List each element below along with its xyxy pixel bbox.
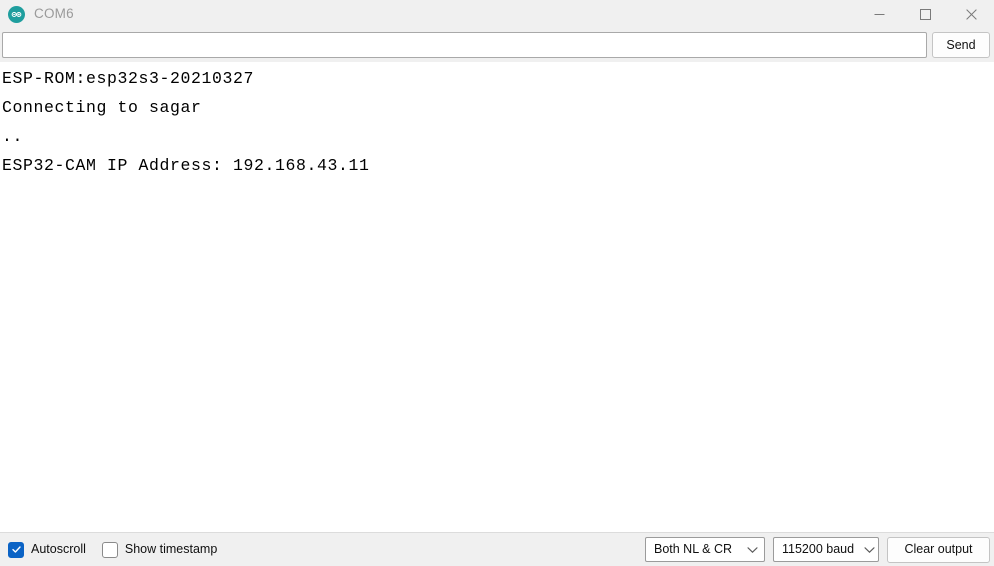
autoscroll-checkbox[interactable]: Autoscroll	[8, 542, 86, 558]
show-timestamp-label: Show timestamp	[125, 543, 217, 556]
send-bar: Send	[0, 28, 994, 62]
show-timestamp-checkbox[interactable]: Show timestamp	[102, 542, 217, 558]
console-line: ..	[2, 122, 994, 151]
console-line: ESP32-CAM IP Address: 192.168.43.11	[2, 151, 994, 180]
serial-monitor-window: COM6 Send E	[0, 0, 994, 566]
autoscroll-label: Autoscroll	[31, 543, 86, 556]
minimize-button[interactable]	[856, 0, 902, 28]
title-bar-left: COM6	[0, 6, 74, 23]
checkmark-icon	[11, 544, 22, 555]
title-bar: COM6	[0, 0, 994, 28]
line-ending-dropdown[interactable]: Both NL & CR	[645, 537, 765, 562]
maximize-icon	[920, 9, 931, 20]
maximize-button[interactable]	[902, 0, 948, 28]
baud-rate-value: 115200 baud	[782, 543, 854, 556]
line-ending-value: Both NL & CR	[654, 543, 732, 556]
status-bar: Autoscroll Show timestamp Both NL & CR 1…	[0, 532, 994, 566]
minimize-icon	[874, 9, 885, 20]
chevron-down-icon	[747, 546, 758, 554]
serial-send-input[interactable]	[2, 32, 927, 58]
close-button[interactable]	[948, 0, 994, 28]
chevron-down-icon	[864, 546, 875, 554]
send-button[interactable]: Send	[932, 32, 990, 58]
show-timestamp-checkbox-box[interactable]	[102, 542, 118, 558]
arduino-infinity-icon	[8, 6, 25, 23]
window-controls	[856, 0, 994, 28]
baud-rate-dropdown[interactable]: 115200 baud	[773, 537, 879, 562]
clear-output-button[interactable]: Clear output	[887, 537, 990, 563]
autoscroll-checkbox-box[interactable]	[8, 542, 24, 558]
serial-output-console[interactable]: ESP-ROM:esp32s3-20210327 Connecting to s…	[0, 62, 994, 532]
window-title: COM6	[34, 7, 74, 22]
console-line: ESP-ROM:esp32s3-20210327	[2, 64, 994, 93]
close-icon	[966, 9, 977, 20]
console-line: Connecting to sagar	[2, 93, 994, 122]
